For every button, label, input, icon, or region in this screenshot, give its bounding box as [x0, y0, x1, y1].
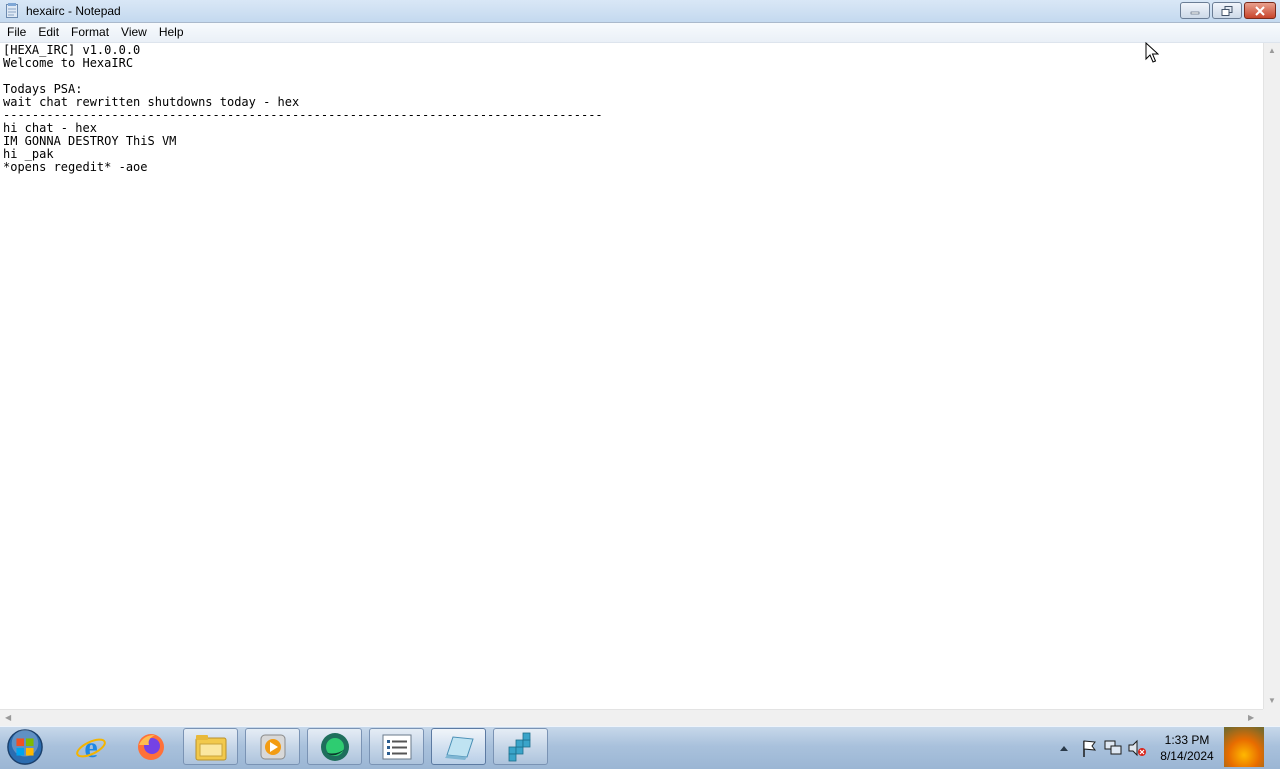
list-app-icon: [382, 734, 411, 759]
close-button[interactable]: [1244, 2, 1276, 19]
close-icon: [1255, 5, 1265, 16]
notepad-icon: [444, 735, 474, 760]
internet-explorer-icon: e: [75, 731, 106, 763]
editor-line: ----------------------------------------…: [3, 108, 603, 122]
volume-muted-icon[interactable]: [1127, 733, 1147, 763]
menu-format[interactable]: Format: [66, 23, 114, 42]
mouse-cursor-icon: [1145, 42, 1159, 63]
editor-content[interactable]: [HEXA_IRC] v1.0.0.0 Welcome to HexaIRC T…: [0, 43, 1263, 174]
minimize-icon: [1190, 11, 1200, 14]
firefox-icon: [137, 733, 164, 760]
editor-line: Todays PSA:: [3, 82, 83, 96]
menu-help[interactable]: Help: [154, 23, 189, 42]
action-center-flag-icon[interactable]: [1080, 733, 1098, 763]
chat-client-icon: [320, 732, 349, 761]
taskbar-file-explorer[interactable]: [183, 728, 238, 765]
editor-line: hi _pak: [3, 147, 54, 161]
start-button[interactable]: [5, 728, 45, 766]
taskbar-chat-client[interactable]: [307, 728, 362, 765]
scroll-right-arrow-icon[interactable]: ▶: [1248, 713, 1254, 722]
title-bar[interactable]: hexairc - Notepad: [0, 0, 1280, 23]
scroll-down-arrow-icon[interactable]: ▼: [1268, 696, 1276, 705]
clock-time: 1:33 PM: [1164, 733, 1210, 747]
editor-line: IM GONNA DESTROY ThiS VM: [3, 134, 177, 148]
horizontal-scrollbar[interactable]: ◀ ▶: [0, 709, 1263, 726]
media-player-icon: [260, 734, 285, 759]
text-editor[interactable]: [HEXA_IRC] v1.0.0.0 Welcome to HexaIRC T…: [0, 43, 1263, 709]
scroll-corner: [1263, 709, 1280, 726]
restore-icon: [1221, 5, 1233, 16]
notepad-app-icon: [6, 3, 18, 18]
taskbar-list-app[interactable]: [369, 728, 424, 765]
network-icon[interactable]: [1103, 733, 1123, 763]
editor-line: wait chat rewritten shutdowns today - he…: [3, 95, 300, 109]
menu-view[interactable]: View: [116, 23, 152, 42]
window-title: hexairc - Notepad: [26, 4, 121, 18]
scroll-up-arrow-icon[interactable]: ▲: [1268, 46, 1276, 55]
scroll-left-arrow-icon[interactable]: ◀: [5, 713, 11, 722]
taskbar-internet-explorer[interactable]: e: [63, 728, 118, 765]
taskbar-notepad[interactable]: [431, 728, 486, 765]
taskbar-registry-editor[interactable]: [493, 728, 548, 765]
minimize-button[interactable]: [1180, 2, 1210, 19]
taskbar-media-player[interactable]: [245, 728, 300, 765]
file-explorer-icon: [195, 734, 226, 760]
show-desktop-button[interactable]: [1224, 727, 1264, 767]
editor-line: *opens regedit* -aoe: [3, 160, 148, 174]
restore-button[interactable]: [1212, 2, 1242, 19]
editor-line: Welcome to HexaIRC: [3, 56, 134, 70]
menu-bar: File Edit Format View Help: [0, 23, 1280, 43]
editor-line: [HEXA_IRC] v1.0.0.0: [3, 43, 141, 57]
clock[interactable]: 1:33 PM 8/14/2024: [1150, 732, 1224, 764]
editor-line: hi chat - hex: [3, 121, 97, 135]
clock-date: 8/14/2024: [1160, 749, 1214, 763]
registry-editor-icon: [508, 732, 530, 761]
menu-file[interactable]: File: [2, 23, 31, 42]
svg-text:e: e: [84, 731, 97, 763]
vertical-scrollbar[interactable]: ▲ ▼: [1263, 43, 1280, 709]
taskbar-firefox[interactable]: [123, 728, 178, 765]
show-hidden-icons-icon[interactable]: [1058, 733, 1070, 763]
menu-edit[interactable]: Edit: [33, 23, 64, 42]
